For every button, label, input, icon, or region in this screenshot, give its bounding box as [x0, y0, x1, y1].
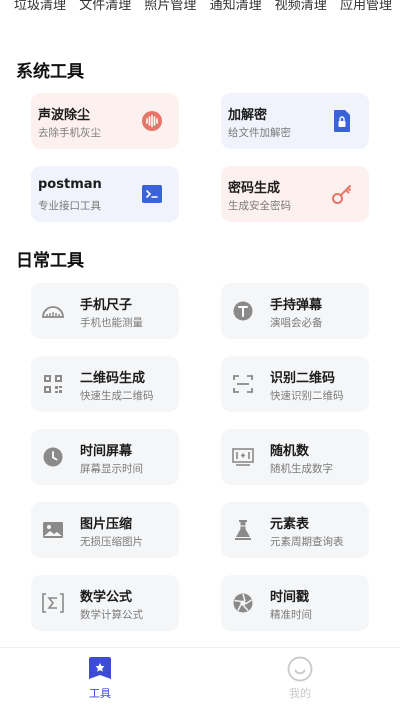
- card-title: 声波除尘: [38, 108, 91, 123]
- card-subtitle: 元素周期查询表: [270, 536, 344, 548]
- tab-app-manage[interactable]: 应用管理: [340, 0, 392, 14]
- daily-tools-heading: 日常工具: [16, 251, 84, 271]
- aperture-icon: [232, 592, 254, 614]
- bottom-nav: 工具 我的: [0, 647, 400, 710]
- card-title: 图片压缩: [80, 517, 133, 532]
- card-periodic-table[interactable]: 元素表 元素周期查询表: [221, 502, 369, 558]
- sigma-icon: [42, 592, 64, 614]
- top-category-tabs: 垃圾清理 文件清理 照片管理 通知清理 视频清理 应用管理: [0, 0, 400, 14]
- card-subtitle: 快速生成二维码: [80, 390, 154, 402]
- tools-tab-icon: [89, 657, 111, 679]
- card-title: 识别二维码: [270, 371, 336, 386]
- card-subtitle: 手机也能测量: [80, 317, 143, 329]
- tab-video-clean[interactable]: 视频清理: [275, 0, 327, 14]
- nav-tools-label: 工具: [89, 687, 111, 700]
- key-icon: [329, 181, 355, 207]
- smiley-icon: [287, 656, 313, 682]
- card-sound-dust[interactable]: 声波除尘 去除手机灰尘: [31, 93, 179, 149]
- card-subtitle: 去除手机灰尘: [38, 127, 101, 139]
- card-title: 手机尺子: [80, 298, 133, 313]
- qr-code-icon: [42, 373, 64, 395]
- card-image-compress[interactable]: 图片压缩 无损压缩图片: [31, 502, 179, 558]
- card-title: 元素表: [270, 517, 310, 532]
- tab-notification-clean[interactable]: 通知清理: [210, 0, 262, 14]
- tab-file-clean[interactable]: 文件清理: [79, 0, 131, 14]
- card-title: 加解密: [228, 108, 268, 123]
- card-password-gen[interactable]: 密码生成 生成安全密码: [221, 166, 369, 222]
- nav-tools[interactable]: 工具: [60, 656, 140, 701]
- card-subtitle: 演唱会必备: [270, 317, 323, 329]
- ruler-icon: [42, 300, 64, 322]
- card-qr-generate[interactable]: 二维码生成 快速生成二维码: [31, 356, 179, 412]
- clock-icon: [42, 446, 64, 468]
- card-title: 随机数: [270, 444, 310, 459]
- card-title: 数学公式: [80, 590, 133, 605]
- image-icon: [42, 519, 64, 541]
- card-handheld-danmaku[interactable]: 手持弹幕 演唱会必备: [221, 283, 369, 339]
- card-title: 时间戳: [270, 590, 310, 605]
- card-timestamp[interactable]: 时间戳 精准时间: [221, 575, 369, 631]
- nav-mine-label: 我的: [289, 687, 311, 700]
- card-subtitle: 随机生成数字: [270, 463, 333, 475]
- nav-mine[interactable]: 我的: [260, 656, 340, 701]
- tab-photo-manage[interactable]: 照片管理: [144, 0, 196, 14]
- terminal-icon: [139, 181, 165, 207]
- card-encrypt[interactable]: 加解密 给文件加解密: [221, 93, 369, 149]
- card-subtitle: 生成安全密码: [228, 200, 291, 212]
- card-title: 手持弹幕: [270, 298, 323, 313]
- card-subtitle: 无损压缩图片: [80, 536, 143, 548]
- card-postman[interactable]: postman 专业接口工具: [31, 166, 179, 222]
- card-subtitle: 精准时间: [270, 609, 312, 621]
- card-subtitle: 给文件加解密: [228, 127, 291, 139]
- card-subtitle: 数学计算公式: [80, 609, 143, 621]
- text-t-icon: [232, 300, 254, 322]
- card-math-formula[interactable]: 数学公式 数学计算公式: [31, 575, 179, 631]
- random-number-icon: [232, 446, 254, 468]
- card-qr-scan[interactable]: 识别二维码 快速识别二维码: [221, 356, 369, 412]
- card-title: 时间屏幕: [80, 444, 133, 459]
- card-title: postman: [38, 177, 102, 192]
- file-lock-icon: [329, 108, 355, 134]
- card-phone-ruler[interactable]: 手机尺子 手机也能测量: [31, 283, 179, 339]
- card-random-number[interactable]: 随机数 随机生成数字: [221, 429, 369, 485]
- sound-wave-icon: [139, 108, 165, 134]
- card-subtitle: 专业接口工具: [38, 200, 101, 212]
- card-subtitle: 快速识别二维码: [270, 390, 344, 402]
- scan-icon: [232, 373, 254, 395]
- card-title: 密码生成: [228, 181, 281, 196]
- card-title: 二维码生成: [80, 371, 146, 386]
- card-subtitle: 屏幕显示时间: [80, 463, 143, 475]
- flask-icon: [232, 519, 254, 541]
- tab-junk-clean[interactable]: 垃圾清理: [14, 0, 66, 14]
- card-time-screen[interactable]: 时间屏幕 屏幕显示时间: [31, 429, 179, 485]
- system-tools-heading: 系统工具: [16, 62, 84, 82]
